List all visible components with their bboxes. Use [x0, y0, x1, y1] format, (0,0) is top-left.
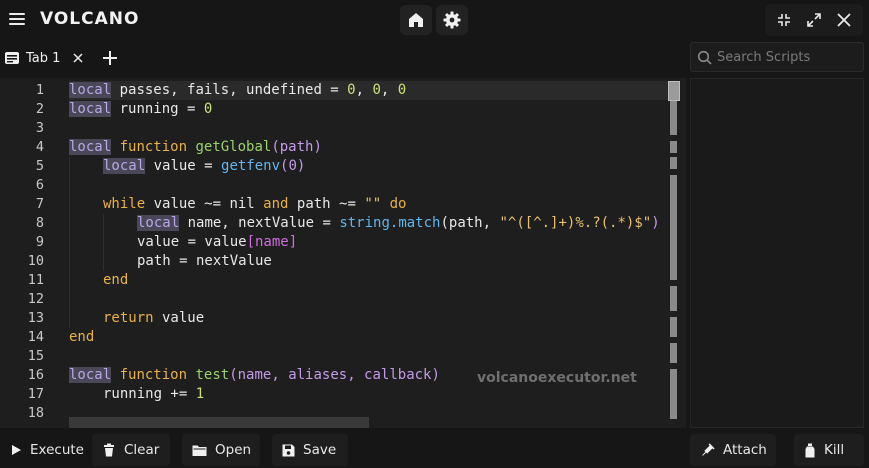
window-controls	[765, 4, 863, 36]
line-number: 17	[27, 386, 44, 402]
code-line: local function test(name, aliases, callb…	[69, 367, 440, 383]
play-icon	[12, 445, 21, 455]
add-tab-button[interactable]	[100, 48, 120, 68]
tab-1[interactable]: Tab 1	[4, 44, 90, 72]
app-title: VOLCANO	[40, 9, 140, 29]
maximize-icon	[807, 13, 821, 27]
horizontal-scrollbar[interactable]	[69, 417, 369, 428]
save-icon	[282, 444, 295, 456]
code-line: local name, nextValue = string.match(pat…	[137, 215, 660, 231]
scrollbar-marker	[670, 286, 677, 311]
scrollbar-marker	[670, 175, 677, 280]
maximize-button[interactable]	[799, 4, 829, 36]
scrollbar-marker	[670, 157, 677, 169]
line-number: 12	[27, 291, 44, 307]
scrollbar-marker	[670, 369, 677, 419]
line-number: 9	[35, 234, 44, 250]
vertical-scrollbar[interactable]	[668, 81, 680, 426]
open-label: Open	[215, 442, 252, 458]
home-button[interactable]	[400, 5, 432, 35]
syringe-icon	[702, 442, 715, 456]
line-number: 10	[27, 253, 44, 269]
clear-label: Clear	[124, 442, 160, 458]
search-icon	[697, 50, 712, 65]
close-icon	[837, 13, 851, 27]
script-list-panel[interactable]	[690, 78, 864, 428]
code-line: local passes, fails, undefined = 0, 0, 0	[69, 82, 407, 98]
code-line: local value = getfenv(0)	[103, 158, 306, 174]
line-number: 18	[27, 405, 44, 421]
title-bar: VOLCANO	[0, 0, 869, 40]
code-line: return value	[103, 310, 205, 326]
home-icon	[409, 13, 423, 27]
center-toolbar	[400, 5, 472, 35]
code-line: local running = 0	[69, 101, 213, 117]
code-line: end	[103, 272, 129, 288]
watermark: volcanoexecutor.net	[477, 370, 637, 386]
execute-button[interactable]: Execute	[0, 434, 88, 466]
line-number: 11	[27, 272, 44, 288]
line-gutter: 1 2 3 4 5 6 7 8 9 10 11 12 13 14 15 16 1…	[0, 78, 52, 428]
scrollbar-marker	[670, 343, 677, 363]
code-line: end	[69, 329, 95, 345]
close-button[interactable]	[829, 4, 859, 36]
line-number: 8	[35, 215, 44, 231]
plus-icon	[103, 51, 117, 65]
line-number: 13	[27, 310, 44, 326]
tab-close-button[interactable]	[70, 50, 86, 66]
bottom-toolbar: Execute Clear Open Save Attach Kill	[0, 432, 869, 468]
minimize-icon	[778, 14, 790, 26]
search-input[interactable]	[717, 43, 861, 71]
minimize-button[interactable]	[769, 4, 799, 36]
save-label: Save	[303, 442, 337, 458]
search-scripts-box	[690, 42, 864, 72]
gear-icon	[443, 11, 461, 29]
document-icon	[5, 52, 19, 64]
scrollbar-marker	[670, 141, 677, 153]
attach-button[interactable]: Attach	[690, 434, 776, 466]
execute-label: Execute	[30, 442, 84, 458]
attach-label: Attach	[723, 442, 767, 458]
tab-bar: Tab 1	[0, 40, 688, 76]
folder-icon	[192, 445, 207, 456]
line-number: 6	[35, 177, 44, 193]
open-button[interactable]: Open	[182, 434, 260, 466]
line-number: 3	[35, 120, 44, 136]
kill-label: Kill	[824, 442, 845, 458]
code-editor[interactable]: 1 2 3 4 5 6 7 8 9 10 11 12 13 14 15 16 1…	[0, 78, 686, 428]
code-line: running += 1	[103, 386, 205, 402]
line-number: 2	[35, 101, 44, 117]
code-line: while value ~= nil and path ~= "" do	[103, 196, 407, 212]
hamburger-icon[interactable]	[9, 11, 25, 27]
line-number: 15	[27, 348, 44, 364]
line-number: 7	[35, 196, 44, 212]
code-line: path = nextValue	[137, 253, 272, 269]
kill-button[interactable]: Kill	[794, 434, 864, 466]
trash-icon	[104, 443, 114, 457]
code-line: value = value[name]	[137, 234, 298, 250]
close-icon	[73, 53, 83, 63]
line-number: 14	[27, 329, 44, 345]
line-number: 5	[35, 158, 44, 174]
code-line: local function getGlobal(path)	[69, 139, 322, 155]
settings-button[interactable]	[436, 5, 468, 35]
line-number: 4	[35, 139, 44, 155]
scrollbar-thumb[interactable]	[668, 81, 680, 101]
clear-button[interactable]: Clear	[92, 434, 170, 466]
line-number: 1	[35, 82, 44, 98]
tab-label: Tab 1	[26, 50, 61, 66]
save-button[interactable]: Save	[272, 434, 348, 466]
scrollbar-marker	[670, 317, 677, 337]
line-number: 16	[27, 367, 44, 383]
scrollbar-marker	[670, 97, 677, 135]
bottle-icon	[805, 443, 815, 457]
